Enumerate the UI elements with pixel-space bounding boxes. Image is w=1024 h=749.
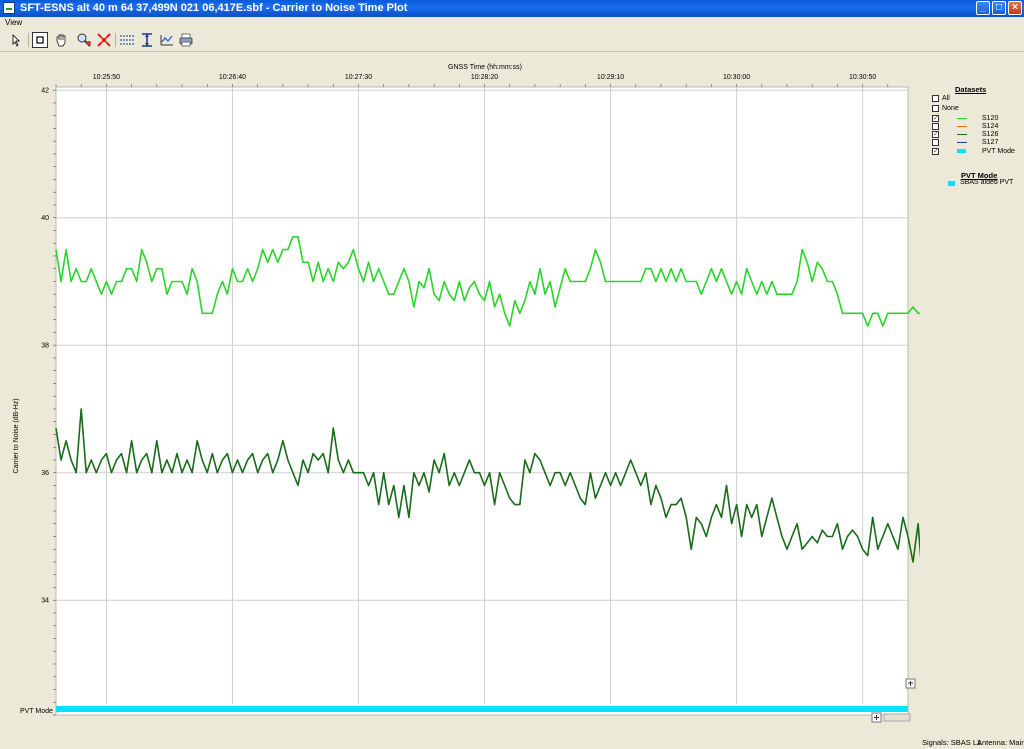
toolbar-separator xyxy=(115,33,116,47)
checkbox-s120[interactable]: ✓ xyxy=(932,115,939,122)
title-bar: SFT-ESNS alt 40 m 64 37,499N 021 06,417E… xyxy=(0,0,1024,17)
x-tick-label: 10:28:20 xyxy=(471,74,498,81)
x-tick-label: 10:26:40 xyxy=(219,74,246,81)
checkbox-none[interactable] xyxy=(932,105,939,112)
pvt-mode-axis-label: PVT Mode xyxy=(20,708,53,715)
app-icon xyxy=(3,2,15,14)
toolbar-separator xyxy=(28,33,29,47)
pvt-legend-label: SBAS aided PVT xyxy=(960,179,1014,186)
datasets-title: Datasets xyxy=(955,85,987,94)
minimize-button[interactable]: _ xyxy=(976,1,990,15)
pvt-swatch xyxy=(948,181,955,186)
crop-icon[interactable] xyxy=(32,32,48,48)
legend-item-s126[interactable]: ✓ S126 xyxy=(920,131,1024,139)
legend-item-s127[interactable]: S127 xyxy=(920,139,1024,147)
plot-background xyxy=(55,86,909,716)
y-tick-label: 42 xyxy=(41,88,49,95)
vertical-zoom-icon[interactable] xyxy=(139,32,155,48)
hand-pan-icon[interactable] xyxy=(53,32,69,48)
legend-label: All xyxy=(942,95,950,102)
checkbox-s126[interactable]: ✓ xyxy=(932,131,939,138)
y-axis-label: Carrier to Noise (dB-Hz) xyxy=(13,398,20,473)
checkbox-s124[interactable] xyxy=(932,123,939,130)
x-tick-label: 10:29:10 xyxy=(597,74,624,81)
x-tick-label: 10:27:30 xyxy=(345,74,372,81)
chart-settings-icon[interactable] xyxy=(159,32,175,48)
legend-swatch xyxy=(957,134,967,135)
y-tick-label: 36 xyxy=(41,470,49,477)
legend-item-pvt-mode[interactable]: ✓ PVT Mode xyxy=(920,148,1024,156)
x-tick-label: 10:25:50 xyxy=(93,74,120,81)
checkbox-s127[interactable] xyxy=(932,139,939,146)
pvt-legend-item: SBAS aided PVT xyxy=(920,179,1024,187)
legend-label: S127 xyxy=(982,139,999,146)
legend-swatch xyxy=(957,118,967,119)
x-axis-label: GNSS Time (hh:mm:ss) xyxy=(448,64,522,71)
close-button[interactable]: × xyxy=(1008,1,1022,15)
window-title: SFT-ESNS alt 40 m 64 37,499N 021 06,417E… xyxy=(20,2,408,14)
legend-swatch xyxy=(957,126,967,127)
x-tick-label: 10:30:00 xyxy=(723,74,750,81)
legend-item-s124[interactable]: S124 xyxy=(920,123,1024,131)
legend-label: S120 xyxy=(982,115,999,122)
legend-swatch xyxy=(957,149,966,153)
legend-panel: Datasets All None ✓ S120 S124 ✓ S126 S127 ✓ PVT M… xyxy=(920,52,1024,736)
legend-label: None xyxy=(942,105,959,112)
y-tick-label: 40 xyxy=(41,215,49,222)
zoom-magnifier-icon[interactable] xyxy=(75,32,91,48)
y-tick-label: 38 xyxy=(41,343,49,350)
legend-item-none[interactable]: None xyxy=(920,105,1024,113)
legend-item-all[interactable]: All xyxy=(920,95,1024,103)
cursor-arrow-icon[interactable] xyxy=(9,32,25,48)
x-tick-label: 10:30:50 xyxy=(849,74,876,81)
plot-area: 10:25:50 10:26:40 10:27:30 10:28:20 10:29:10… xyxy=(0,52,970,736)
checkbox-all[interactable] xyxy=(932,95,939,102)
legend-item-s120[interactable]: ✓ S120 xyxy=(920,115,1024,123)
status-bar: Signals: SBAS L1 Antenna: Main xyxy=(0,737,1024,749)
print-icon[interactable] xyxy=(178,32,194,48)
status-antenna: Antenna: Main xyxy=(977,738,1024,747)
legend-swatch xyxy=(957,142,967,143)
pvt-mode-bar xyxy=(56,706,908,712)
maximize-button[interactable]: □ xyxy=(992,1,1006,15)
y-tick-label: 34 xyxy=(41,598,49,605)
fit-all-icon[interactable] xyxy=(96,32,112,48)
checkbox-pvt-mode[interactable]: ✓ xyxy=(932,148,939,155)
menu-bar: View xyxy=(0,17,1024,29)
horizontal-lines-icon[interactable] xyxy=(119,32,135,48)
carrier-to-noise-chart[interactable]: 10:25:50 10:26:40 10:27:30 10:28:20 10:29:10… xyxy=(0,52,970,736)
horizontal-scrollbar[interactable] xyxy=(883,713,911,722)
status-signals: Signals: SBAS L1 xyxy=(922,738,982,747)
legend-label: S126 xyxy=(982,131,999,138)
legend-label: PVT Mode xyxy=(982,148,1015,155)
toolbar xyxy=(0,30,1024,52)
menu-view[interactable]: View xyxy=(5,17,22,29)
legend-label: S124 xyxy=(982,123,999,130)
